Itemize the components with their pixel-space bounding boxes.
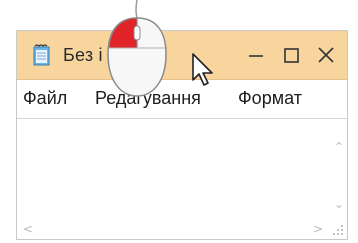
maximize-icon: [284, 48, 299, 63]
text-area[interactable]: ⌃ ⌄ < >: [17, 119, 347, 239]
notepad-window: Без і. Файл Редагування Формат ⌃ ⌄: [16, 30, 348, 240]
scroll-left-icon[interactable]: <: [23, 223, 33, 235]
close-icon: [318, 47, 334, 63]
minimize-icon: [249, 55, 263, 57]
window-title-text: Без і: [63, 45, 103, 65]
scroll-right-icon[interactable]: >: [313, 223, 323, 235]
resize-grip-icon[interactable]: [331, 223, 345, 237]
scroll-up-icon[interactable]: ⌃: [334, 141, 344, 153]
title-bar[interactable]: Без і.: [17, 31, 347, 80]
menu-bar: Файл Редагування Формат: [17, 80, 347, 119]
horizontal-scrollbar[interactable]: < >: [17, 221, 329, 239]
mouse-left-click-icon: [107, 0, 167, 97]
scroll-down-icon[interactable]: ⌄: [334, 198, 344, 210]
menu-format[interactable]: Формат: [238, 88, 302, 109]
maximize-button[interactable]: [276, 40, 306, 70]
notepad-icon: [31, 43, 53, 67]
pointer-cursor-icon: [192, 53, 213, 86]
menu-file[interactable]: Файл: [23, 88, 67, 109]
minimize-button[interactable]: [241, 40, 271, 70]
vertical-scrollbar[interactable]: ⌃ ⌄: [329, 119, 347, 219]
close-button[interactable]: [311, 40, 341, 70]
